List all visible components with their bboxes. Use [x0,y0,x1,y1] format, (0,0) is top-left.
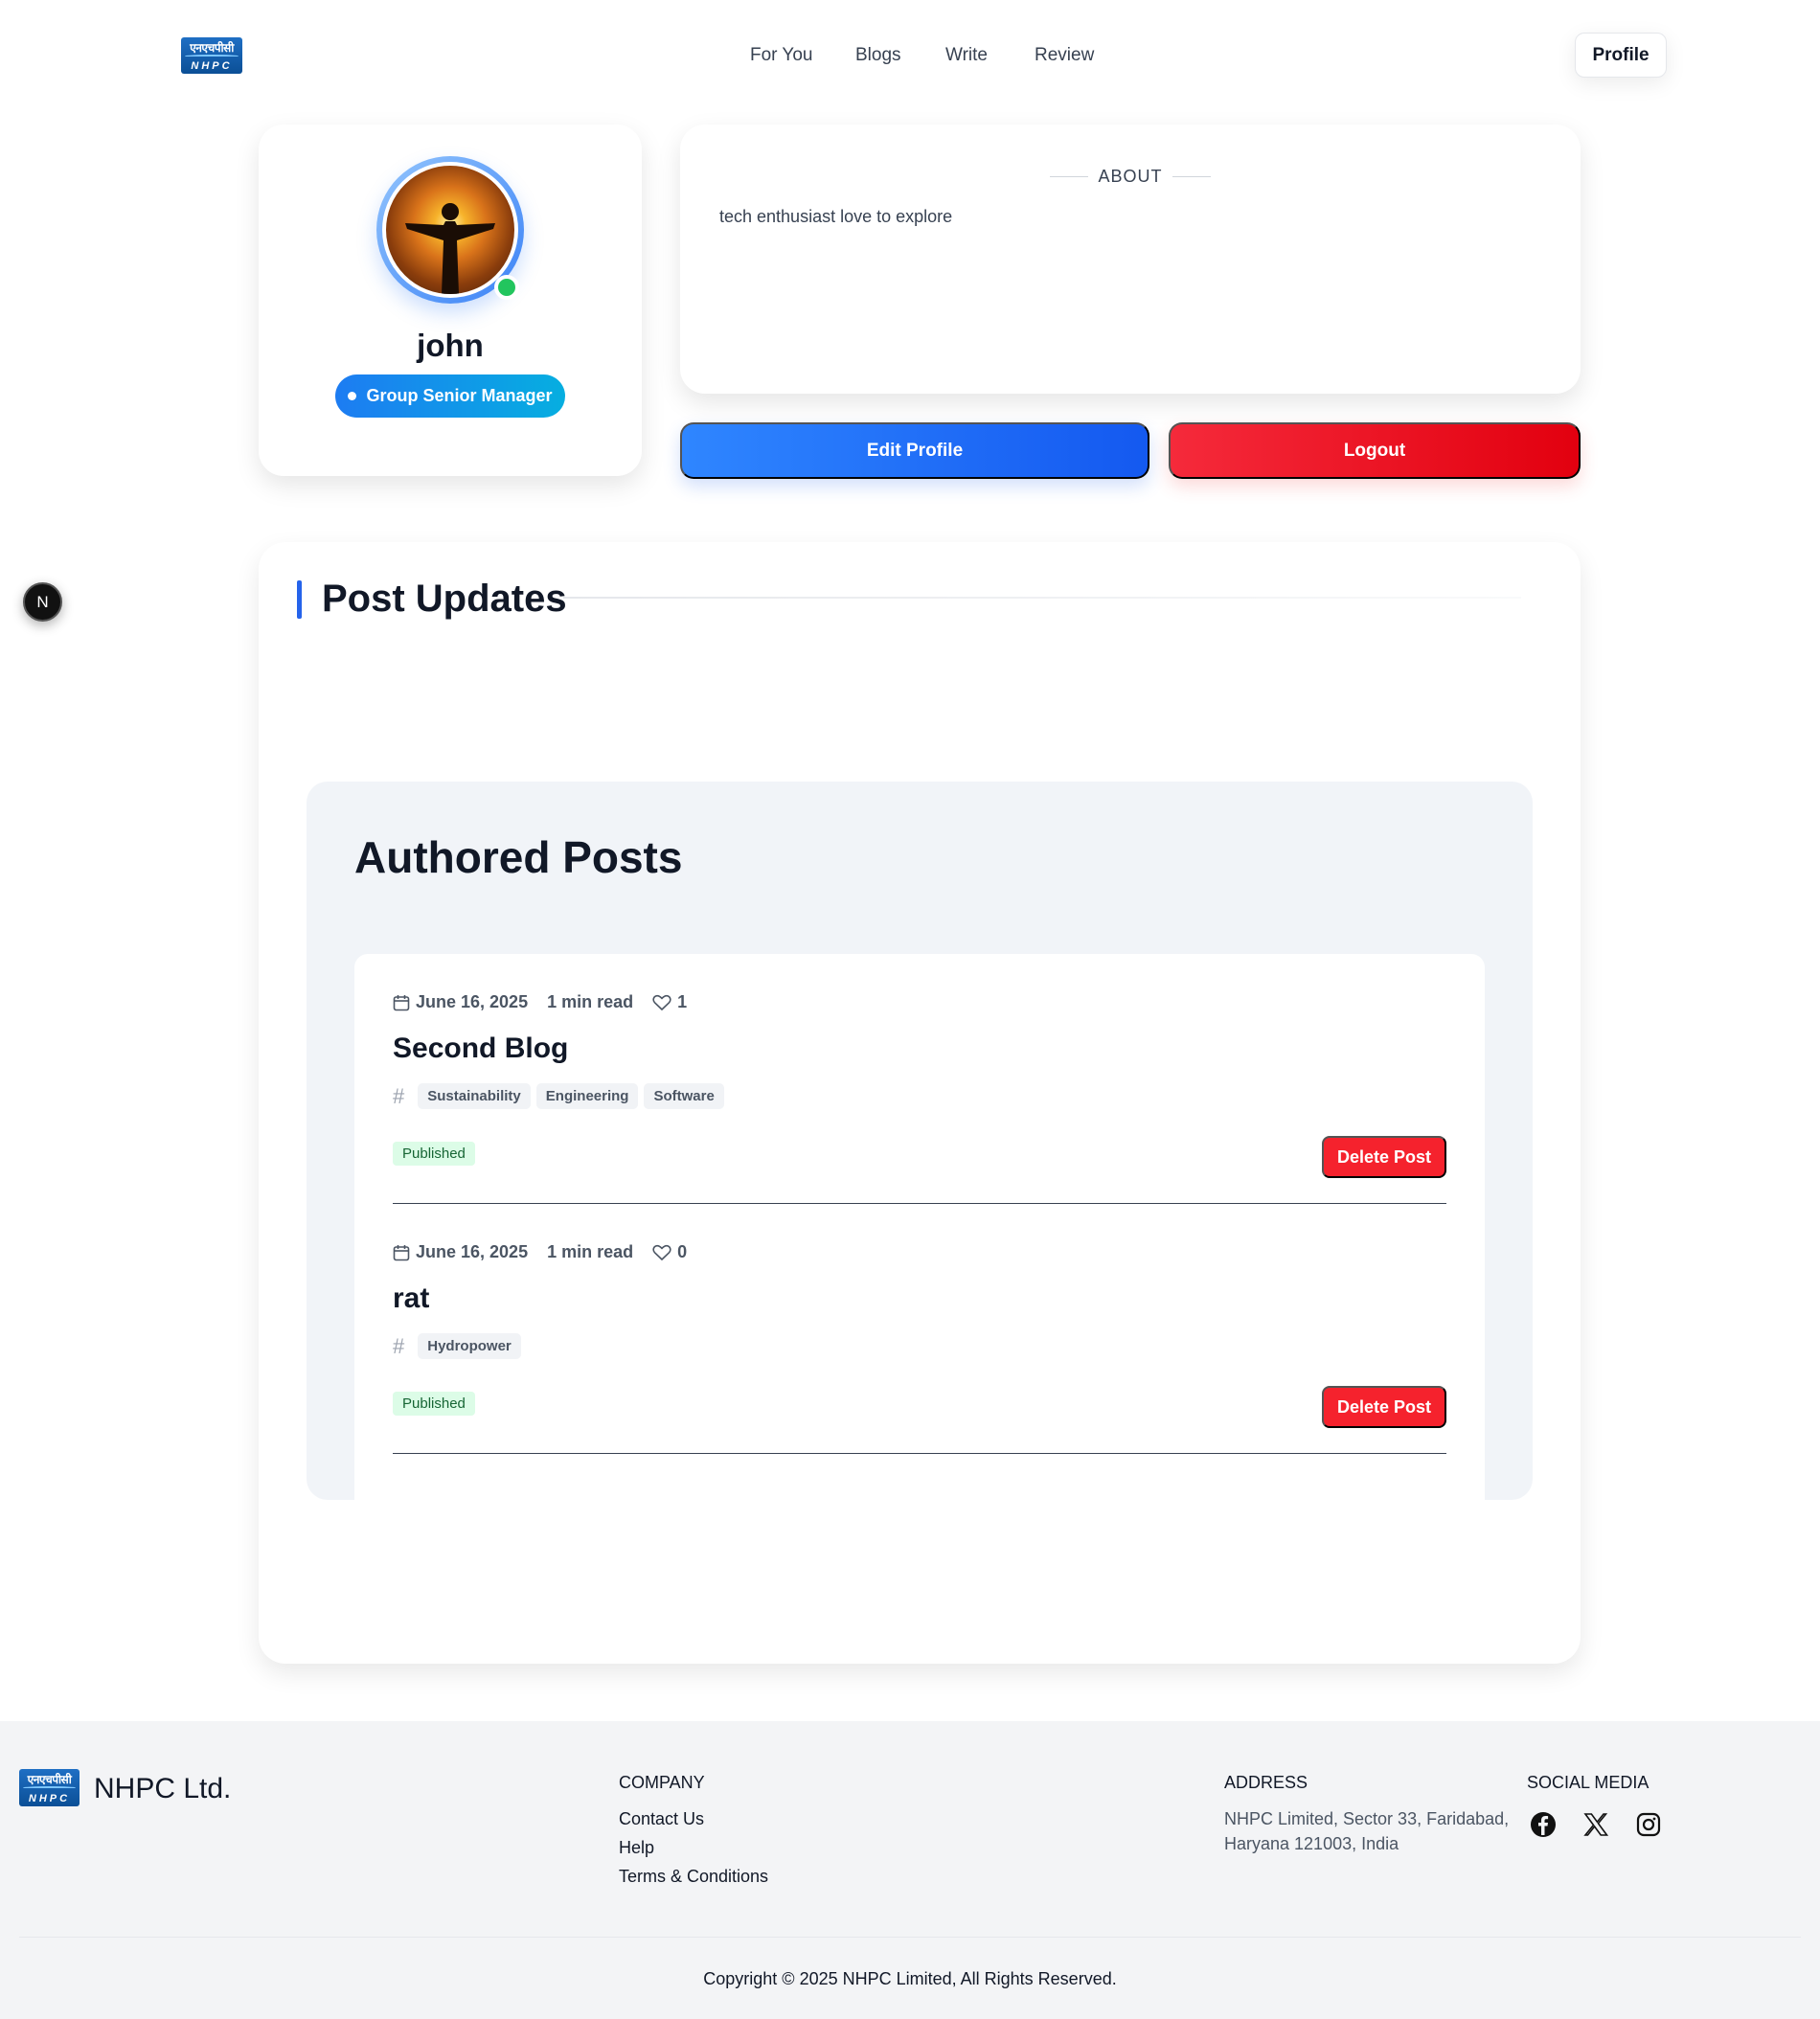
section-accent-bar [297,580,302,619]
footer-link-contact-us[interactable]: Contact Us [619,1809,704,1829]
delete-post-button[interactable]: Delete Post [1322,1386,1446,1428]
role-label: Group Senior Manager [366,386,553,405]
post-read-time: 1 min read [547,1242,634,1261]
role-dot-icon [348,392,357,400]
post-updates-card: Post Updates Authored Posts June 16, 202… [259,542,1581,1664]
nav-link-for-you[interactable]: For You [750,45,813,66]
section-divider [563,597,1521,599]
logout-button[interactable]: Logout [1169,422,1581,479]
post-tags: # Hydropower [393,1333,521,1359]
about-heading-label: ABOUT [1098,167,1163,186]
tag-chip[interactable]: Software [644,1083,724,1109]
logo-hindi-text: एनएचपीसी [27,1773,72,1786]
status-badge: Published [393,1392,475,1416]
post-tags: # Sustainability Engineering Software [393,1083,724,1109]
floating-n-badge[interactable]: N [23,582,62,622]
authored-posts-section: Authored Posts June 16, 2025 1 min read … [307,782,1533,1500]
footer-company-heading: COMPANY [619,1773,705,1792]
footer-brand-name: NHPC Ltd. [94,1773,232,1804]
avatar-silhouette [405,203,495,294]
calendar-icon [393,994,410,1010]
profile-button[interactable]: Profile [1575,33,1667,78]
post-like-count: 0 [677,1242,688,1261]
tag-chip[interactable]: Sustainability [418,1083,531,1109]
footer-link-help[interactable]: Help [619,1838,654,1858]
authored-posts-title: Authored Posts [354,832,683,882]
footer-link-terms[interactable]: Terms & Conditions [619,1867,768,1887]
edit-profile-button[interactable]: Edit Profile [680,422,1149,479]
nav-link-blogs[interactable]: Blogs [855,45,901,66]
logo-wave [23,1786,76,1789]
hashtag-icon: # [393,1083,405,1108]
tag-chip[interactable]: Engineering [535,1083,639,1109]
footer-nhpc-logo: एनएचपीसी NHPC [19,1769,80,1806]
post-divider [393,1453,1446,1454]
footer-address: NHPC Limited, Sector 33, Faridabad, Hary… [1224,1809,1510,1853]
top-navbar: एनएचपीसी NHPC For You Blogs Write Review… [0,0,1820,113]
post-meta: June 16, 2025 1 min read 1 [393,992,687,1012]
about-text: tech enthusiast love to explore [719,207,953,226]
role-badge: Group Senior Manager [335,374,565,418]
nav-link-write[interactable]: Write [945,45,988,66]
delete-post-button[interactable]: Delete Post [1322,1136,1446,1178]
main-nav: For You Blogs Write Review [0,45,1820,68]
post-date: June 16, 2025 [416,992,529,1011]
post-read-time: 1 min read [547,992,634,1011]
logo-english-text: NHPC [28,1793,71,1804]
about-heading: ABOUT [680,167,1581,187]
site-footer: एनएचपीसी NHPC NHPC Ltd. COMPANY Contact … [0,1721,1820,2019]
instagram-icon[interactable] [1634,1810,1663,1839]
footer-social-heading: SOCIAL MEDIA [1527,1773,1649,1792]
online-status-dot [494,275,519,300]
x-icon[interactable] [1581,1810,1610,1839]
about-divider-right [1172,176,1211,177]
copyright-text: Copyright © 2025 NHPC Limited, All Right… [703,1969,1117,1988]
post-updates-title: Post Updates [322,578,567,620]
post-title[interactable]: rat [393,1282,429,1315]
post-like-count: 1 [677,992,688,1011]
post-title[interactable]: Second Blog [393,1032,568,1065]
post-item: June 16, 2025 1 min read 0 rat # Hydropo… [393,1204,1446,1454]
tag-chip[interactable]: Hydropower [418,1333,521,1359]
heart-icon[interactable] [652,1244,671,1261]
profile-card: john Group Senior Manager [259,125,642,476]
hashtag-icon: # [393,1333,405,1358]
heart-icon[interactable] [652,994,671,1011]
nav-link-review[interactable]: Review [1035,45,1094,66]
profile-name: john [417,328,484,363]
about-card: ABOUT tech enthusiast love to explore [680,125,1581,394]
about-divider-left [1050,176,1089,177]
facebook-icon[interactable] [1529,1810,1558,1839]
post-item: June 16, 2025 1 min read 1 Second Blog #… [393,954,1446,1204]
status-badge: Published [393,1142,475,1166]
footer-address-heading: ADDRESS [1224,1773,1308,1792]
posts-list[interactable]: June 16, 2025 1 min read 1 Second Blog #… [354,954,1485,1500]
footer-divider [19,1937,1801,1938]
post-date: June 16, 2025 [416,1242,529,1261]
calendar-icon [393,1244,410,1260]
post-meta: June 16, 2025 1 min read 0 [393,1242,687,1262]
